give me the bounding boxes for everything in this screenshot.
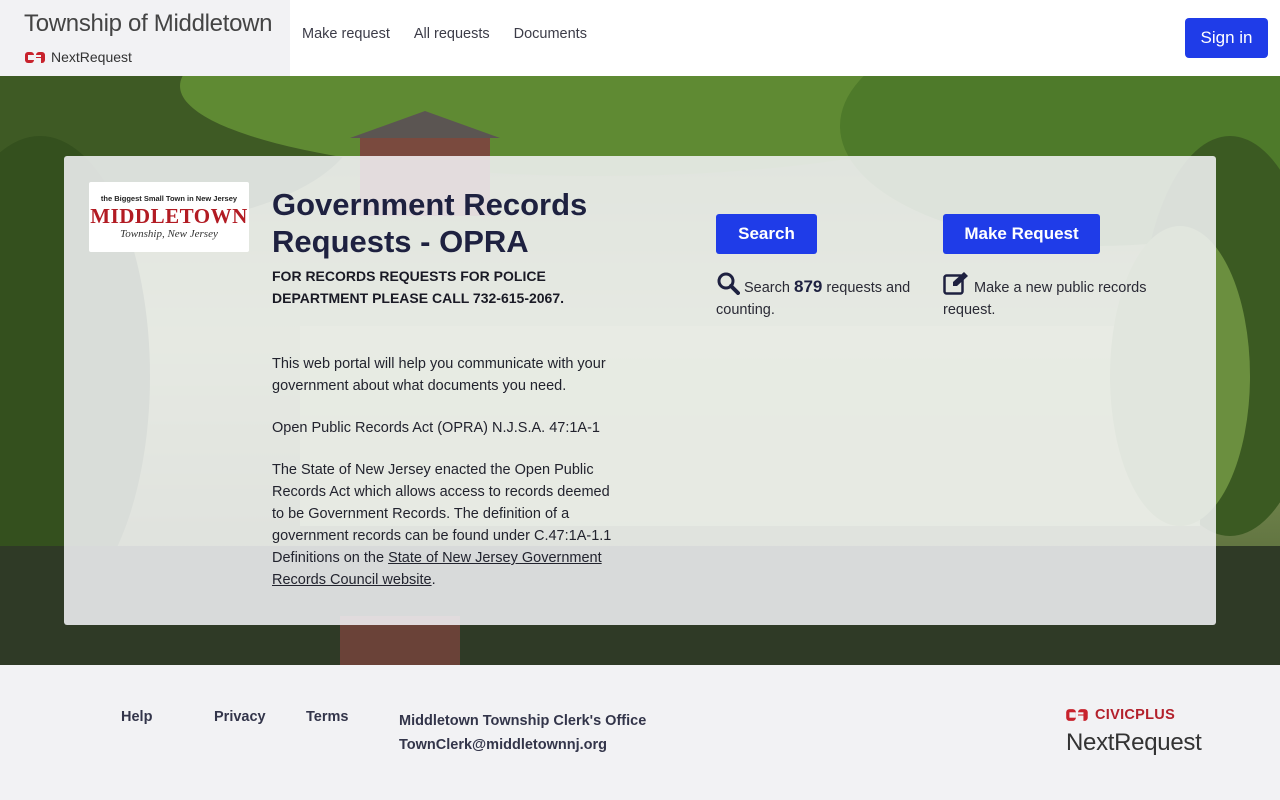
clerk-office-contact: Middletown Township Clerk's Office TownC… xyxy=(399,709,646,757)
nextrequest-wordmark: NextRequest xyxy=(1066,729,1202,756)
search-button[interactable]: Search xyxy=(716,214,817,254)
office-name: Middletown Township Clerk's Office xyxy=(399,713,647,729)
main-nav: Make request All requests Documents xyxy=(302,26,587,42)
footer: Help Privacy Terms Middletown Township C… xyxy=(0,665,1280,800)
middletown-logo: the Biggest Small Town in New Jersey MID… xyxy=(89,182,249,252)
nav-documents[interactable]: Documents xyxy=(514,26,587,42)
edit-icon xyxy=(943,272,968,295)
brand-block[interactable]: Township of Middletown NextRequest xyxy=(0,0,290,76)
top-navbar: Township of Middletown NextRequest Make … xyxy=(0,0,1280,76)
intro-text: This web portal will help you communicat… xyxy=(272,353,622,611)
search-icon xyxy=(717,272,740,295)
intro-paragraph-3: The State of New Jersey enacted the Open… xyxy=(272,462,612,588)
search-description: Search 879 requests and counting. xyxy=(716,271,936,321)
footer-privacy-link[interactable]: Privacy xyxy=(214,709,266,725)
sign-in-button[interactable]: Sign in xyxy=(1185,18,1268,58)
logo-tagline: the Biggest Small Town in New Jersey xyxy=(100,194,238,203)
hero-section: the Biggest Small Town in New Jersey MID… xyxy=(0,76,1280,665)
intro-panel: the Biggest Small Town in New Jersey MID… xyxy=(64,156,1216,625)
footer-help-link[interactable]: Help xyxy=(121,709,152,725)
make-request-button[interactable]: Make Request xyxy=(943,214,1100,254)
intro-paragraph-1: This web portal will help you communicat… xyxy=(272,356,606,394)
brand-name: NextRequest xyxy=(51,49,132,65)
civicplus-logo-icon xyxy=(25,51,45,63)
office-email[interactable]: TownClerk@middletownnj.org xyxy=(399,733,646,757)
footer-terms-link[interactable]: Terms xyxy=(306,709,348,725)
nav-make-request[interactable]: Make request xyxy=(302,26,390,42)
make-request-description: Make a new public records request. xyxy=(943,271,1163,321)
site-title[interactable]: Township of Middletown xyxy=(24,10,273,38)
request-count: 879 xyxy=(793,277,823,296)
civicplus-logo-icon xyxy=(1066,709,1088,721)
logo-name: MIDDLETOWN xyxy=(90,204,248,228)
civicplus-logo[interactable]: CIVICPLUS xyxy=(1066,707,1175,723)
nav-all-requests[interactable]: All requests xyxy=(414,26,490,42)
civicplus-wordmark: CIVICPLUS xyxy=(1095,707,1176,723)
police-notice: FOR RECORDS REQUESTS FOR POLICE DEPARTME… xyxy=(272,268,565,306)
logo-sub: Township, New Jersey xyxy=(120,228,218,240)
nextrequest-brand: NextRequest xyxy=(25,49,132,65)
intro-paragraph-2: Open Public Records Act (OPRA) N.J.S.A. … xyxy=(272,420,600,436)
page-title: Government Records Requests - OPRA xyxy=(272,187,588,259)
